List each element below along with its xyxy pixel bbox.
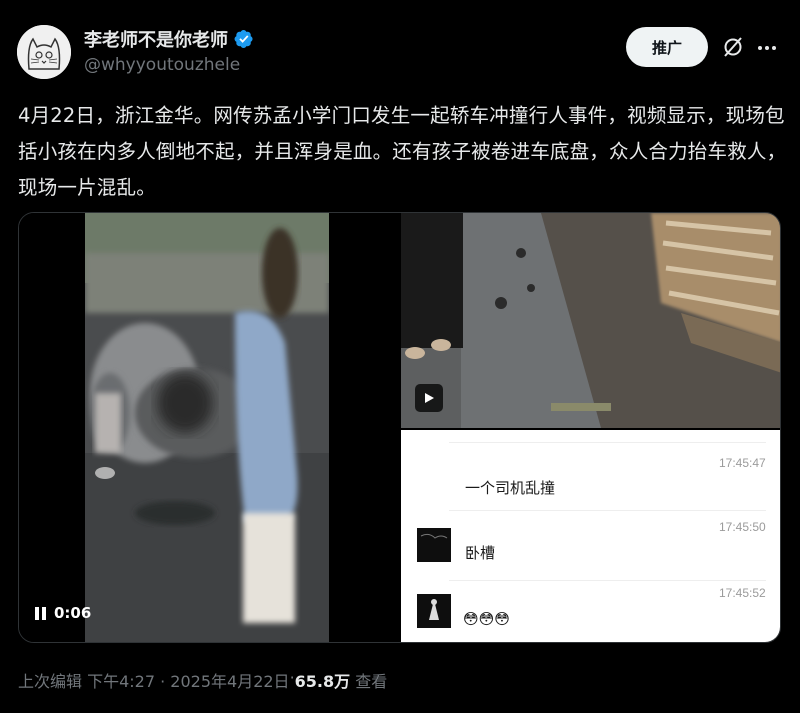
- views-count: 65.8万: [294, 672, 351, 691]
- views-label: 查看: [355, 672, 388, 691]
- video-thumbnail[interactable]: [401, 213, 780, 428]
- author-display-name[interactable]: 李老师不是你老师: [84, 26, 228, 52]
- chat-screenshot[interactable]: 17:45:47 一个司机乱撞 17:45:50 卧槽 17:45:52 😳😳😳: [401, 430, 780, 642]
- post-header: 李老师不是你老师 @whyyoutouzhele 推广: [0, 0, 800, 90]
- name-row: 李老师不是你老师: [84, 26, 254, 52]
- chat-divider: [449, 442, 766, 443]
- video-player[interactable]: 0:06: [19, 213, 399, 642]
- road-scene-image: [401, 213, 780, 428]
- chat-time: 17:45:52: [719, 586, 766, 600]
- chat-divider: [449, 510, 766, 511]
- post-text: 4月22日，浙江金华。网传苏孟小学门口发生一起轿车冲撞行人事件，视频显示，现场包…: [18, 104, 787, 199]
- video-controls[interactable]: 0:06: [35, 598, 91, 628]
- media-grid: 0:06 17:45:47 一个司机乱撞 17:45:50 卧槽 17:45:5…: [18, 212, 781, 643]
- avatar-image: [417, 528, 451, 562]
- cat-avatar-icon: [17, 25, 71, 79]
- play-icon: [425, 393, 434, 403]
- author-avatar[interactable]: [17, 25, 71, 79]
- chat-time: 17:45:50: [719, 520, 766, 534]
- chat-divider: [449, 580, 766, 581]
- chat-message: 一个司机乱撞: [465, 479, 556, 497]
- chat-avatar: [417, 594, 451, 628]
- grok-icon[interactable]: [721, 35, 745, 59]
- verified-badge-icon[interactable]: [234, 29, 254, 49]
- avatar-image: [417, 594, 451, 628]
- chat-message: 😳😳😳: [463, 610, 510, 628]
- video-time: 0:06: [54, 604, 92, 622]
- edited-label[interactable]: 上次编辑: [18, 668, 82, 692]
- promote-button[interactable]: 推广: [626, 27, 708, 67]
- post-meta: 上次编辑 下午4:27 · 2025年4月22日 · 65.8万 查看: [18, 668, 387, 692]
- post-timestamp[interactable]: 下午4:27 · 2025年4月22日: [87, 668, 289, 692]
- chat-message: 卧槽: [465, 544, 496, 562]
- chat-avatar: [417, 528, 451, 562]
- pause-icon[interactable]: [35, 606, 46, 620]
- video-frame: [85, 213, 329, 642]
- author-handle[interactable]: @whyyoutouzhele: [84, 55, 240, 75]
- play-button[interactable]: [415, 384, 443, 412]
- chat-time: 17:45:47: [719, 456, 766, 470]
- more-options-icon[interactable]: [758, 38, 782, 58]
